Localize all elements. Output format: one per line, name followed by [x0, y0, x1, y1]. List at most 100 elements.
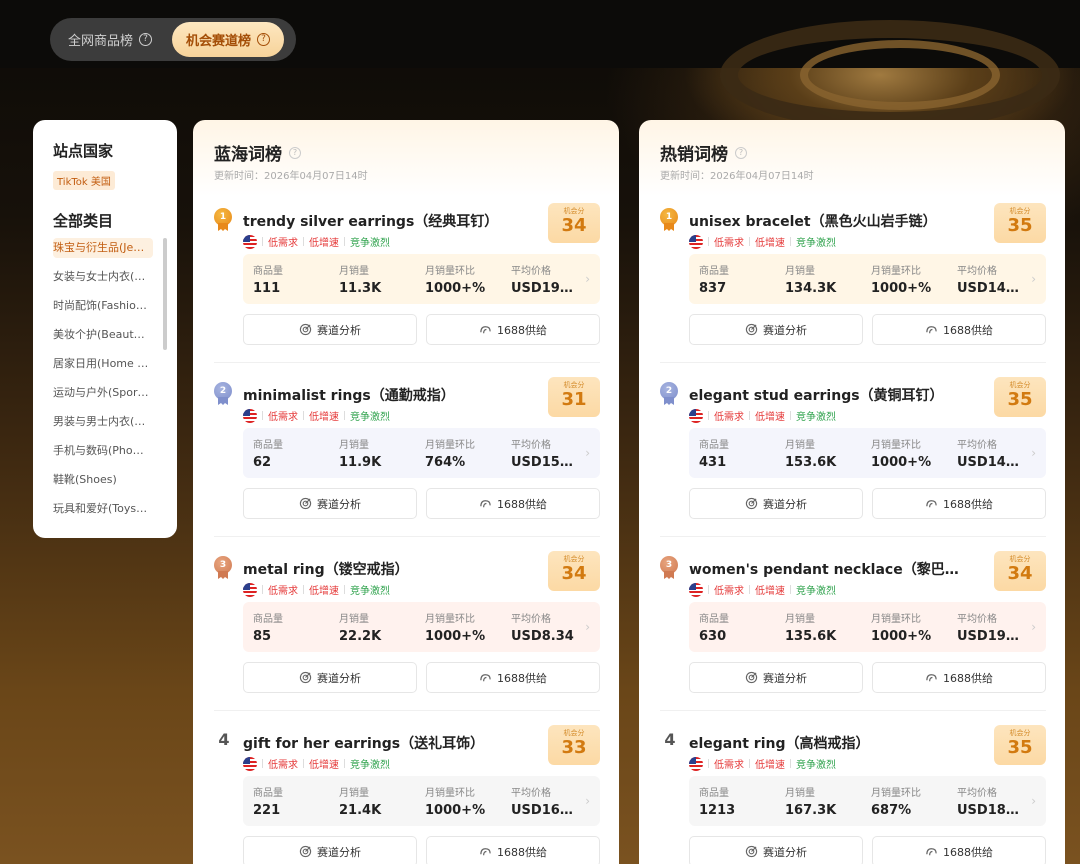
track-analysis-button[interactable]: 赛道分析 [243, 314, 417, 345]
stats-box[interactable]: 商品量 111 月销量 11.3K 月销量环比 1000+% 平均价格 USD19.… … [243, 254, 600, 304]
us-flag-icon [243, 756, 257, 771]
track-analysis-button[interactable]: 赛道分析 [243, 662, 417, 693]
supply-1688-button[interactable]: 1688供给 [426, 488, 600, 519]
site-option[interactable]: TikTok 美国 [53, 171, 115, 190]
stat-value: 1000+% [425, 281, 486, 296]
track-analysis-button[interactable]: 赛道分析 [243, 836, 417, 864]
keyword-card[interactable]: 2 minimalist rings（通勤戒指） 低需求 低增速 竞争激烈 机会… [214, 377, 600, 542]
rank-medal-icon: 1 [660, 208, 680, 232]
divider [708, 411, 709, 420]
category-item[interactable]: 玩具和爱好(Toys … [53, 494, 153, 523]
category-item[interactable]: 美妆个护(Beauty … [53, 320, 153, 349]
stat-value: USD14.… [957, 455, 1023, 470]
stats-box[interactable]: 商品量 1213 月销量 167.3K 月销量环比 687% 平均价格 USD18.… … [689, 776, 1046, 826]
button-label: 赛道分析 [317, 323, 361, 337]
stat-qty: 商品量 62 [253, 436, 339, 478]
stat-label: 月销量 [339, 614, 369, 625]
category-item[interactable]: 居家日用(Home … [53, 349, 153, 378]
chevron-right-icon[interactable]: › [1031, 620, 1036, 634]
rank-medal-icon: 3 [660, 556, 680, 580]
tag-low-growth: 低增速 [309, 760, 339, 771]
keyword-card[interactable]: 2 elegant stud earrings（黄铜耳钉） 低需求 低增速 竞争… [660, 377, 1046, 542]
supply-1688-button[interactable]: 1688供给 [872, 488, 1046, 519]
chevron-right-icon[interactable]: › [585, 794, 590, 808]
stat-qty: 商品量 221 [253, 784, 339, 826]
tab-opportunity[interactable]: 机会赛道榜 ? [172, 22, 285, 57]
keyword-card[interactable]: 3 metal ring（镂空戒指） 低需求 低增速 竞争激烈 机会分 34 商… [214, 551, 600, 716]
help-icon[interactable]: ? [735, 146, 747, 159]
chevron-right-icon[interactable]: › [1031, 794, 1036, 808]
us-flag-icon [689, 234, 703, 249]
target-icon [745, 497, 758, 510]
track-analysis-button[interactable]: 赛道分析 [243, 488, 417, 519]
stats-box[interactable]: 商品量 62 月销量 11.9K 月销量环比 764% 平均价格 USD15.… › [243, 428, 600, 478]
stats-box[interactable]: 商品量 221 月销量 21.4K 月销量环比 1000+% 平均价格 USD16.… … [243, 776, 600, 826]
keyword[interactable]: gift for her earrings（送礼耳饰） [243, 733, 513, 753]
target-icon [745, 323, 758, 336]
stat-value: 1000+% [871, 281, 932, 296]
chevron-right-icon[interactable]: › [585, 272, 590, 286]
help-icon[interactable]: ? [289, 146, 301, 159]
track-analysis-button[interactable]: 赛道分析 [689, 836, 863, 864]
track-analysis-button[interactable]: 赛道分析 [689, 488, 863, 519]
scrollbar[interactable] [163, 238, 167, 350]
us-flag-icon [243, 582, 257, 597]
divider [303, 759, 304, 768]
stats-box[interactable]: 商品量 630 月销量 135.6K 月销量环比 1000+% 平均价格 USD19.…… [689, 602, 1046, 652]
track-analysis-button[interactable]: 赛道分析 [689, 314, 863, 345]
stat-label: 商品量 [253, 440, 283, 451]
keyword-card[interactable]: 1 trendy silver earrings（经典耳钉） 低需求 低增速 竞… [214, 203, 600, 368]
chevron-right-icon[interactable]: › [585, 446, 590, 460]
supply-1688-button[interactable]: 1688供给 [872, 314, 1046, 345]
supply-1688-button[interactable]: 1688供给 [426, 662, 600, 693]
stats-box[interactable]: 商品量 837 月销量 134.3K 月销量环比 1000+% 平均价格 USD14.…… [689, 254, 1046, 304]
stat-mom: 月销量环比 687% [871, 784, 957, 826]
help-icon[interactable]: ? [139, 33, 153, 46]
button-label: 1688供给 [943, 497, 993, 511]
tag-low-growth: 低增速 [755, 760, 785, 771]
keyword[interactable]: metal ring（镂空戒指） [243, 559, 513, 579]
tag-low-demand: 低需求 [714, 238, 744, 249]
stat-label: 月销量 [785, 440, 815, 451]
category-item[interactable]: 珠宝与衍生品(Je… [53, 238, 153, 258]
supply-1688-button[interactable]: 1688供给 [872, 662, 1046, 693]
chevron-right-icon[interactable]: › [1031, 272, 1036, 286]
panel-heading: 蓝海词榜? [214, 140, 301, 165]
keyword[interactable]: minimalist rings（通勤戒指） [243, 385, 513, 405]
stat-value: 1000+% [871, 629, 932, 644]
supply-1688-button[interactable]: 1688供给 [426, 836, 600, 864]
keyword-card[interactable]: 4 gift for her earrings（送礼耳饰） 低需求 低增速 竞争… [214, 725, 600, 864]
keyword[interactable]: women's pendant necklace（黎巴嫩地… [689, 559, 959, 579]
stats-box[interactable]: 商品量 431 月销量 153.6K 月销量环比 1000+% 平均价格 USD14.…… [689, 428, 1046, 478]
chevron-right-icon[interactable]: › [585, 620, 590, 634]
stat-label: 商品量 [699, 440, 729, 451]
keyword[interactable]: trendy silver earrings（经典耳钉） [243, 211, 513, 231]
keyword-card[interactable]: 4 elegant ring（高档戒指） 低需求 低增速 竞争激烈 机会分 35… [660, 725, 1046, 864]
tag-low-growth: 低增速 [755, 586, 785, 597]
category-item[interactable]: 男装与男士内衣(… [53, 407, 153, 436]
keyword-card[interactable]: 3 women's pendant necklace（黎巴嫩地… 低需求 低增速… [660, 551, 1046, 716]
keyword[interactable]: elegant ring（高档戒指） [689, 733, 959, 753]
category-item[interactable]: 时尚配饰(Fashio… [53, 291, 153, 320]
category-item[interactable]: 运动与户外(Sport… [53, 378, 153, 407]
supply-1688-button[interactable]: 1688供给 [872, 836, 1046, 864]
supply-1688-button[interactable]: 1688供给 [426, 314, 600, 345]
track-analysis-button[interactable]: 赛道分析 [689, 662, 863, 693]
score-value: 34 [561, 563, 587, 584]
help-icon[interactable]: ? [257, 33, 271, 46]
stat-value: 1000+% [425, 803, 486, 818]
keyword-card[interactable]: 1 unisex bracelet（黑色火山岩手链） 低需求 低增速 竞争激烈 … [660, 203, 1046, 368]
category-item[interactable]: 手机与数码(Phon… [53, 436, 153, 465]
stat-label: 平均价格 [957, 614, 997, 625]
stat-value: 62 [253, 455, 272, 470]
stat-value: 1000+% [871, 455, 932, 470]
stats-box[interactable]: 商品量 85 月销量 22.2K 月销量环比 1000+% 平均价格 USD8.34 › [243, 602, 600, 652]
tag-low-growth: 低增速 [755, 412, 785, 423]
category-item[interactable]: 鞋靴(Shoes) [53, 465, 153, 494]
stat-qty: 商品量 837 [699, 262, 785, 304]
chevron-right-icon[interactable]: › [1031, 446, 1036, 460]
keyword[interactable]: unisex bracelet（黑色火山岩手链） [689, 211, 959, 231]
keyword[interactable]: elegant stud earrings（黄铜耳钉） [689, 385, 959, 405]
category-item[interactable]: 女装与女士内衣(… [53, 262, 153, 291]
tab-all-products[interactable]: 全网商品榜 ? [54, 22, 166, 57]
